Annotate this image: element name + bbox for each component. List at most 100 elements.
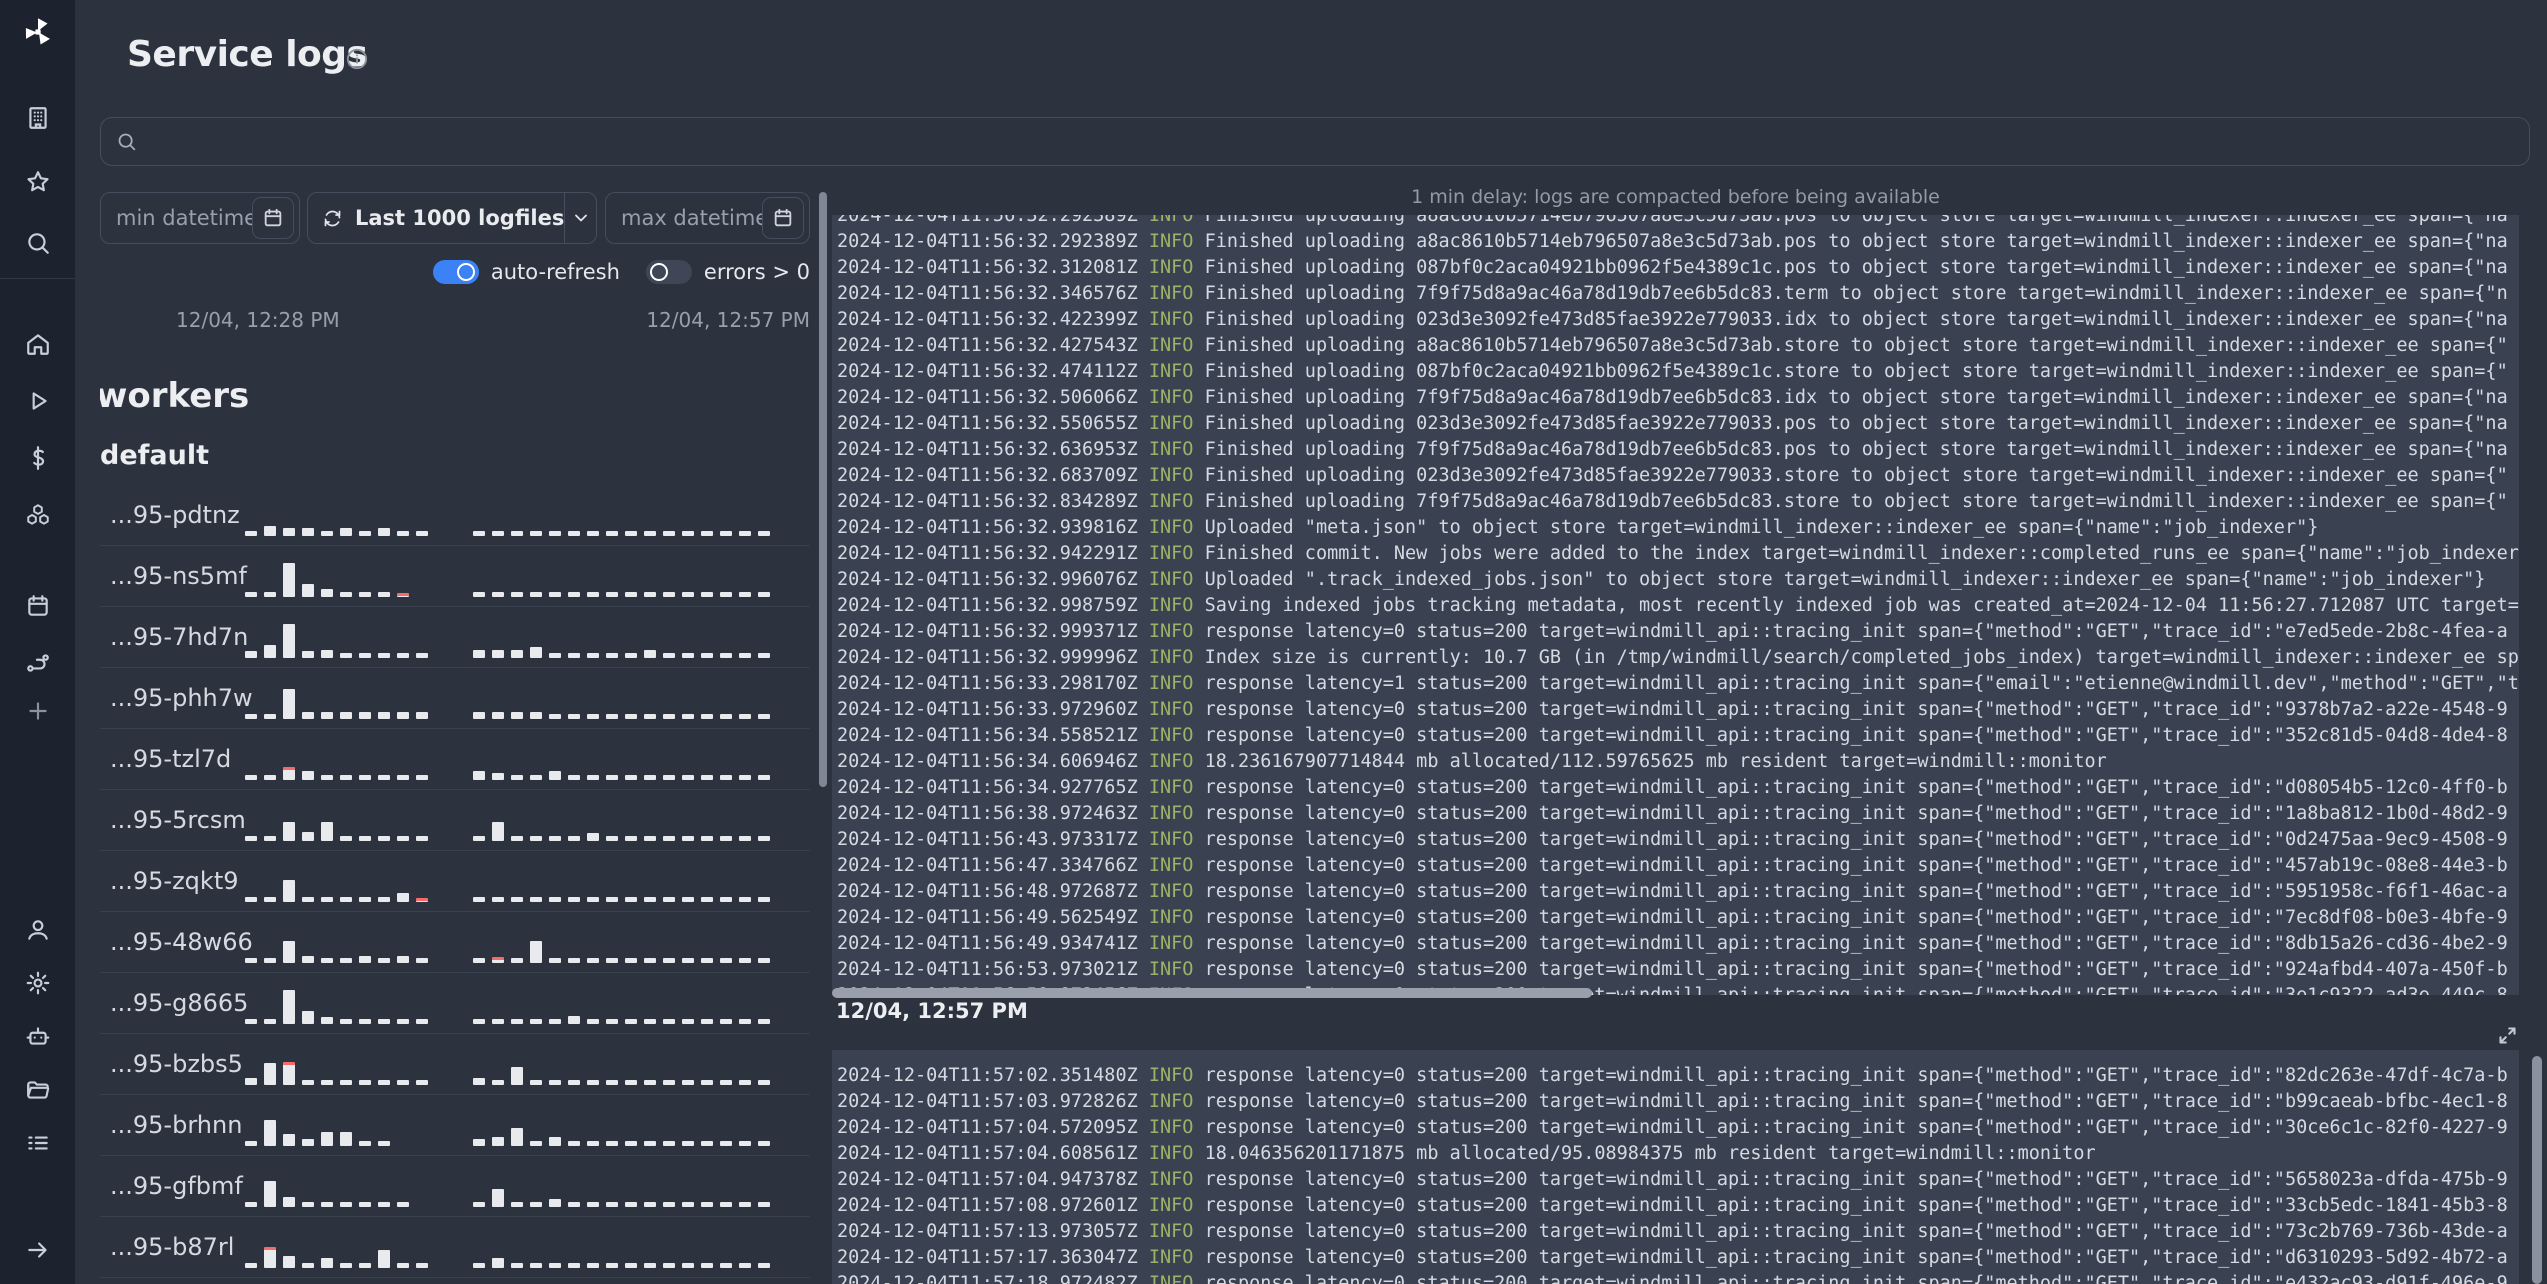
activity-bar: [720, 1202, 732, 1207]
log-line: 2024-12-04T11:56:32.999371Z INFO respons…: [837, 619, 2519, 645]
activity-bar: [264, 1063, 276, 1085]
page-scrollbar[interactable]: [2532, 1056, 2542, 1284]
activity-bar: [625, 714, 637, 719]
folder-icon[interactable]: [25, 1077, 51, 1103]
worker-row[interactable]: ...95-brhnn: [100, 1095, 810, 1156]
search-nav-icon[interactable]: [25, 230, 51, 256]
info-icon[interactable]: [346, 48, 368, 70]
expand-icon[interactable]: [2497, 1025, 2518, 1046]
worker-row[interactable]: ...95-phh7w: [100, 668, 810, 729]
worker-row[interactable]: ...95-zqkt9: [100, 851, 810, 912]
log-timestamp: 2024-12-04T11:56:32.942291Z: [837, 543, 1138, 564]
activity-bar: [321, 822, 333, 841]
gear-icon[interactable]: [25, 970, 51, 996]
plus-icon[interactable]: [25, 698, 51, 724]
star-icon[interactable]: [25, 169, 51, 195]
activity-bar: [568, 1141, 580, 1146]
home-icon[interactable]: [25, 331, 51, 357]
activity-bar: [264, 958, 276, 963]
building-icon[interactable]: [25, 105, 51, 131]
dollar-icon[interactable]: [25, 445, 51, 471]
log-timestamp: 2024-12-04T11:56:32.939816Z: [837, 517, 1138, 538]
activity-bar: [378, 836, 390, 841]
worker-row[interactable]: ...95-b87rl: [100, 1217, 810, 1278]
activity-bar: [549, 836, 561, 841]
activity-bar: [397, 1080, 409, 1085]
log-timestamp: 2024-12-04T11:57:08.972601Z: [837, 1195, 1138, 1216]
activity-bar: [587, 775, 599, 780]
max-datetime-calendar-button[interactable]: [762, 197, 804, 239]
log-panel-bottom[interactable]: 2024-12-04T11:57:02.351480Z INFO respons…: [832, 1050, 2519, 1284]
activity-bar: [397, 1019, 409, 1024]
horizontal-scrollbar[interactable]: [832, 988, 1592, 998]
activity-bar: [549, 714, 561, 719]
search-input[interactable]: [100, 117, 2530, 166]
min-datetime-calendar-button[interactable]: [252, 197, 294, 239]
min-datetime-input[interactable]: min datetime: [100, 192, 300, 244]
worker-row[interactable]: ...95-g8665: [100, 973, 810, 1034]
windmill-logo-icon[interactable]: [21, 15, 55, 49]
activity-bar: [720, 1019, 732, 1024]
activity-bar: [530, 647, 542, 658]
robot-icon[interactable]: [25, 1023, 51, 1049]
log-line: 2024-12-04T11:56:49.562549Z INFO respons…: [837, 905, 2519, 931]
errors-toggle[interactable]: [645, 260, 692, 284]
auto-refresh-toggle[interactable]: [432, 260, 479, 284]
activity-bar: [701, 1080, 713, 1085]
worker-row[interactable]: ...95-tzl7d: [100, 729, 810, 790]
worker-activity-sparkline: [245, 689, 810, 719]
worker-row[interactable]: ...95-5rcsm: [100, 790, 810, 851]
log-message: Finished uploading a8ac8610b5714eb796507…: [1204, 215, 2508, 226]
worker-activity-sparkline: [245, 767, 810, 780]
activity-bar: [397, 893, 409, 902]
activity-bar: [264, 1247, 276, 1268]
log-line: 2024-12-04T11:57:13.973057Z INFO respons…: [837, 1219, 2519, 1245]
log-timestamp: 2024-12-04T11:56:38.972463Z: [837, 803, 1138, 824]
activity-bar: [720, 836, 732, 841]
schedules-calendar-icon[interactable]: [25, 593, 51, 619]
activity-bar: [644, 958, 656, 963]
log-level: INFO: [1137, 361, 1205, 382]
activity-bar: [644, 897, 656, 902]
activity-bar: [739, 1202, 751, 1207]
activity-bar: [264, 1181, 276, 1207]
log-level: INFO: [1137, 569, 1205, 590]
worker-row[interactable]: ...95-7hd7n: [100, 607, 810, 668]
activity-bar: [663, 775, 675, 780]
activity-bar: [473, 1263, 485, 1268]
max-datetime-input[interactable]: max datetime: [605, 192, 810, 244]
activity-bar: [378, 775, 390, 780]
activity-bar: [758, 836, 770, 841]
activity-bar: [359, 956, 371, 963]
log-level: INFO: [1137, 829, 1205, 850]
list-icon[interactable]: [25, 1130, 51, 1156]
worker-row[interactable]: ...95-48w66: [100, 912, 810, 973]
left-panel-scrollbar[interactable]: [819, 192, 827, 787]
user-icon[interactable]: [25, 917, 51, 943]
collapse-arrow-icon[interactable]: [25, 1237, 51, 1263]
activity-bar: [625, 1202, 637, 1207]
log-panel-top[interactable]: 2024-12-04T11:56:32.292389Z INFO Finishe…: [832, 215, 2519, 995]
log-line: 2024-12-04T11:57:03.972826Z INFO respons…: [837, 1089, 2519, 1115]
resources-cubes-icon[interactable]: [25, 502, 51, 528]
log-timestamp: 2024-12-04T11:56:32.683709Z: [837, 465, 1138, 486]
logfiles-dropdown[interactable]: Last 1000 logfiles: [307, 192, 597, 244]
worker-row[interactable]: ...95-ns5mf: [100, 546, 810, 607]
worker-activity-sparkline: [245, 822, 810, 841]
activity-bar: [511, 531, 523, 536]
log-timestamp: 2024-12-04T11:57:03.972826Z: [837, 1091, 1138, 1112]
worker-row[interactable]: ...95-pdtnz: [100, 485, 810, 546]
activity-bar: [283, 1197, 295, 1207]
activity-bar: [739, 1141, 751, 1146]
log-timestamp: 2024-12-04T11:57:17.363047Z: [837, 1247, 1138, 1268]
worker-row[interactable]: ...95-bzbs5: [100, 1034, 810, 1095]
dropdown-chevron-button[interactable]: [565, 208, 596, 228]
activity-bar: [378, 653, 390, 658]
runs-play-icon[interactable]: [25, 388, 51, 414]
activity-bar: [701, 1141, 713, 1146]
route-icon[interactable]: [25, 650, 51, 676]
log-line: 2024-12-04T11:56:47.334766Z INFO respons…: [837, 853, 2519, 879]
activity-bar: [720, 714, 732, 719]
activity-bar: [321, 589, 333, 597]
worker-row[interactable]: ...95-gfbmf: [100, 1156, 810, 1217]
